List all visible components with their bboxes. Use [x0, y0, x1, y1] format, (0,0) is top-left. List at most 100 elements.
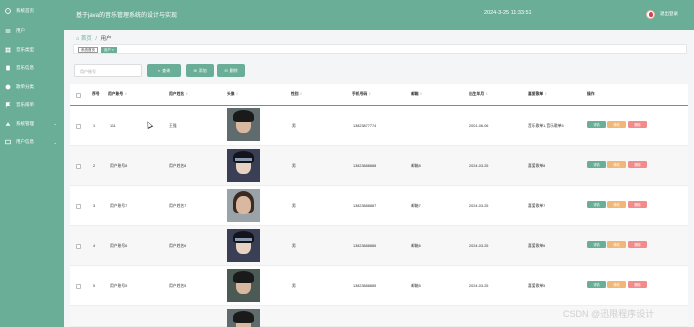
edit-button[interactable]: 修改	[607, 281, 626, 288]
avatar-image	[227, 309, 260, 327]
cell-gender: 男	[292, 164, 296, 168]
delete-row-button[interactable]: 删除	[628, 201, 647, 208]
logout-button[interactable]: 退出登录	[660, 11, 678, 17]
app-root: 系统首页 用户 音乐类型 音乐信息 歌单分类 音乐排单 系统管理 ⌄ 用户信息 …	[0, 0, 694, 327]
edit-button[interactable]: 修改	[607, 121, 626, 128]
sidebar-item-label: 用户	[16, 28, 25, 34]
cell-index: 1	[93, 124, 96, 128]
view-button[interactable]: 详情	[587, 161, 606, 168]
view-button[interactable]: 详情	[587, 201, 606, 208]
view-button[interactable]: 详情	[587, 121, 606, 128]
row-checkbox[interactable]	[76, 124, 81, 129]
cell-birth: 2024-03-25	[469, 244, 489, 248]
select-all-checkbox[interactable]	[76, 93, 81, 98]
table-row[interactable]: 1 111 王强 男 13823877774 2001-06-06 音乐歌单1,…	[70, 106, 688, 146]
col-favorite[interactable]: 喜爱歌单⇕	[528, 92, 547, 97]
table-row[interactable]: 4 用户账号6 用户姓名6 男 13823888886 邮箱6 2024-03-…	[70, 226, 688, 266]
watermark: CSDN @迅限程序设计	[563, 309, 655, 319]
col-birth[interactable]: 出生年月⇕	[469, 92, 488, 97]
cell-email: 邮箱7	[411, 204, 421, 208]
row-checkbox[interactable]	[76, 244, 81, 249]
card-icon	[5, 139, 11, 145]
sidebar-item-music-info[interactable]: 音乐信息	[0, 59, 64, 78]
search-input[interactable]: 用户账号	[74, 64, 142, 77]
flag-icon	[5, 102, 11, 108]
table-header: 序号 用户账号⇕ 用户姓名⇕ 头像⇕ 性别⇕ 手机号码⇕ 邮箱⇕ 出生年月⇕ 喜…	[70, 84, 688, 106]
cell-name: 用户姓名7	[169, 204, 187, 208]
cell-name: 用户姓名6	[169, 244, 187, 248]
list-icon	[5, 84, 11, 90]
cell-name: 用户姓名8	[169, 164, 187, 168]
col-avatar[interactable]: 头像⇕	[227, 92, 239, 97]
add-button-label: 添加	[198, 67, 207, 73]
cell-favorite: 喜爱歌单5	[528, 284, 546, 288]
col-name[interactable]: 用户姓名⇕	[169, 92, 188, 97]
sidebar-item-playlist-category[interactable]: 歌单分类	[0, 78, 64, 97]
delete-row-button[interactable]: 删除	[628, 281, 647, 288]
delete-row-button[interactable]: 删除	[628, 241, 647, 248]
avatar-image	[227, 229, 260, 262]
sidebar-item-users[interactable]: 用户	[0, 22, 64, 41]
cell-gender: 男	[292, 124, 296, 128]
cell-favorite: 音乐歌单1,音乐歌单5	[528, 124, 564, 128]
edit-button[interactable]: 修改	[607, 201, 626, 208]
data-table: 序号 用户账号⇕ 用户姓名⇕ 头像⇕ 性别⇕ 手机号码⇕ 邮箱⇕ 出生年月⇕ 喜…	[70, 84, 688, 327]
col-index: 序号	[92, 92, 100, 96]
col-phone[interactable]: 手机号码⇕	[352, 92, 371, 97]
sidebar-item-music-type[interactable]: 音乐类型	[0, 41, 64, 60]
col-email[interactable]: 邮箱⇕	[411, 92, 423, 97]
delete-button[interactable]: ⊟ 删除	[217, 64, 245, 77]
sidebar-item-label: 用户信息	[16, 139, 34, 145]
tab-home[interactable]: 系统首页	[78, 46, 98, 53]
row-checkbox[interactable]	[76, 204, 81, 209]
cell-birth: 2024-03-25	[469, 284, 489, 288]
view-button[interactable]: 详情	[587, 281, 606, 288]
cell-phone: 13823888885	[353, 284, 377, 288]
cell-birth: 2024-03-25	[469, 204, 489, 208]
plus-icon: ⊞	[193, 68, 197, 73]
edit-button[interactable]: 修改	[607, 161, 626, 168]
view-button[interactable]: 详情	[587, 241, 606, 248]
cell-index: 2	[93, 164, 96, 168]
avatar-image	[227, 269, 260, 302]
search-button-label: 查询	[162, 67, 171, 73]
cell-favorite: 喜爱歌单6	[528, 244, 546, 248]
row-checkbox[interactable]	[76, 284, 81, 289]
home-icon	[5, 8, 11, 14]
cell-gender: 男	[292, 204, 296, 208]
sidebar-item-system-management[interactable]: 系统管理 ⌄	[0, 115, 64, 134]
cell-name: 王强	[169, 124, 177, 128]
col-gender[interactable]: 性别⇕	[291, 92, 303, 97]
col-actions: 操作	[587, 92, 595, 96]
music-icon	[5, 65, 11, 71]
grid-icon	[5, 47, 11, 53]
row-checkbox[interactable]	[76, 164, 81, 169]
col-account[interactable]: 用户账号⇕	[108, 92, 127, 97]
cell-phone: 13823888887	[353, 204, 377, 208]
edit-button[interactable]: 修改	[607, 241, 626, 248]
sidebar-item-music-ranking[interactable]: 音乐排单	[0, 96, 64, 115]
sidebar-item-home[interactable]: 系统首页	[0, 0, 64, 22]
delete-row-button[interactable]: 删除	[628, 121, 647, 128]
breadcrumb-home[interactable]: ⌂ 首页	[76, 36, 92, 42]
user-icon	[5, 28, 11, 34]
cell-account: 111	[110, 124, 116, 128]
cell-account: 用户账号7	[110, 204, 128, 208]
cell-phone: 13823888888	[353, 164, 377, 168]
table-row[interactable]: 3 用户账号7 用户姓名7 男 13823888887 邮箱7 2024-03-…	[70, 186, 688, 226]
search-button[interactable]: ⌕ 查询	[147, 64, 181, 77]
delete-row-button[interactable]: 删除	[628, 161, 647, 168]
cell-account: 用户账号8	[110, 164, 128, 168]
table-row[interactable]: 2 用户账号8 用户姓名8 男 13823888888 邮箱8 2024-03-…	[70, 146, 688, 186]
add-button[interactable]: ⊞ 添加	[186, 64, 214, 77]
avatar[interactable]	[646, 10, 655, 19]
tab-users[interactable]: 用户 ×	[101, 46, 118, 53]
cell-gender: 男	[292, 284, 296, 288]
sidebar-item-user-info[interactable]: 用户信息 ⌄	[0, 133, 64, 152]
clock: 2024-3-25 11:33:51	[484, 10, 532, 16]
sidebar-item-label: 音乐排单	[16, 102, 34, 108]
breadcrumb: ⌂ 首页 / 用户	[76, 34, 111, 42]
table-row[interactable]: 5 用户账号5 用户姓名5 男 13823888885 邮箱5 2024-03-…	[70, 266, 688, 306]
top-bar: 基于java的音乐管理系统的设计与实现 2024-3-25 11:33:51 退…	[64, 0, 694, 30]
cell-email: 邮箱8	[411, 164, 421, 168]
